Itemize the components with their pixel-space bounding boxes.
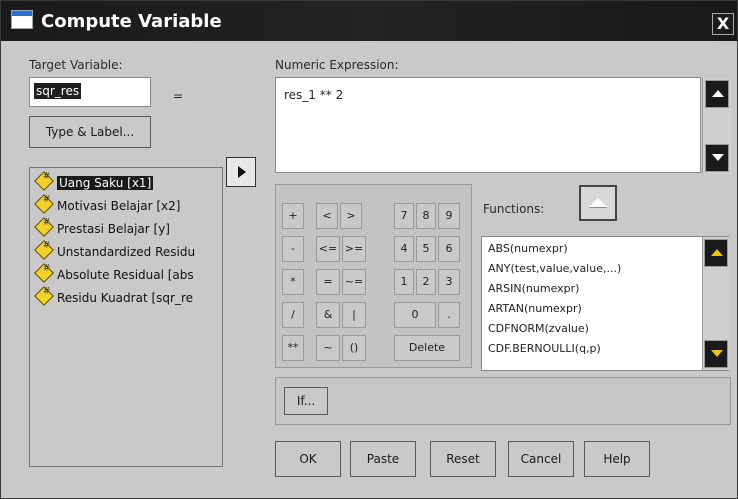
variable-item[interactable]: Prestasi Belajar [y] [34, 217, 170, 238]
variable-item[interactable]: Absolute Residual [abs [34, 263, 194, 284]
key-9[interactable]: 9 [438, 203, 460, 229]
equals-sign: = [173, 89, 184, 103]
numeric-variable-icon [34, 240, 54, 260]
key-divide[interactable]: / [282, 302, 304, 328]
numeric-expression-label: Numeric Expression: [275, 58, 399, 72]
ok-button[interactable]: OK [275, 441, 341, 477]
key-6[interactable]: 6 [438, 236, 460, 262]
key-multiply[interactable]: * [282, 269, 304, 295]
key-2[interactable]: 2 [416, 269, 436, 295]
key-8[interactable]: 8 [416, 203, 436, 229]
variable-item[interactable]: Motivasi Belajar [x2] [34, 194, 181, 215]
window-title: Compute Variable [41, 11, 222, 32]
calculator-keypad: + < > 7 8 9 - <= >= 4 5 6 * = ~= 1 2 3 /… [275, 184, 472, 368]
variable-label: Residu Kuadrat [sqr_re [57, 291, 193, 305]
if-panel [275, 377, 731, 425]
key-delete[interactable]: Delete [394, 335, 460, 361]
key-equals[interactable]: = [316, 269, 340, 295]
variable-list[interactable]: Uang Saku [x1] Motivasi Belajar [x2] Pre… [29, 167, 223, 467]
key-7[interactable]: 7 [394, 203, 414, 229]
scroll-up-icon[interactable] [705, 80, 729, 108]
key-not[interactable]: ~ [316, 335, 340, 361]
key-3[interactable]: 3 [438, 269, 460, 295]
scroll-down-icon[interactable] [704, 340, 728, 368]
key-decimal[interactable]: . [438, 302, 460, 328]
function-item[interactable]: ABS(numexpr) [488, 242, 568, 255]
function-item[interactable]: CDF.BERNOULLI(q,p) [488, 342, 601, 355]
key-minus[interactable]: - [282, 236, 304, 262]
numeric-variable-icon [34, 171, 54, 191]
key-and[interactable]: & [316, 302, 340, 328]
variable-label: Motivasi Belajar [x2] [57, 199, 181, 213]
key-greater-than[interactable]: > [340, 203, 362, 229]
variable-item[interactable]: Uang Saku [x1] [34, 171, 154, 192]
key-1[interactable]: 1 [394, 269, 414, 295]
target-variable-input[interactable]: sqr_res [29, 77, 151, 107]
key-parentheses[interactable]: () [342, 335, 366, 361]
variable-label: Absolute Residual [abs [57, 268, 194, 282]
function-item[interactable]: CDFNORM(zvalue) [488, 322, 589, 335]
scroll-up-icon[interactable] [704, 239, 728, 267]
numeric-variable-icon [34, 263, 54, 283]
key-power[interactable]: ** [282, 335, 304, 361]
reset-button[interactable]: Reset [430, 441, 496, 477]
key-less-equal[interactable]: <= [316, 236, 340, 262]
key-plus[interactable]: + [282, 203, 304, 229]
numeric-variable-icon [34, 194, 54, 214]
paste-button[interactable]: Paste [350, 441, 416, 477]
functions-label: Functions: [483, 202, 545, 216]
numeric-expression-text: res_1 ** 2 [284, 88, 344, 102]
variable-item[interactable]: Unstandardized Residu [34, 240, 196, 261]
key-not-equal[interactable]: ~= [342, 269, 366, 295]
target-variable-value: sqr_res [34, 83, 82, 99]
move-right-button[interactable] [226, 157, 256, 187]
function-item[interactable]: ARSIN(numexpr) [488, 282, 579, 295]
function-item[interactable]: ANY(test,value,value,...) [488, 262, 621, 275]
compute-variable-dialog: Compute Variable X Target Variable: sqr_… [0, 0, 738, 499]
title-bar: Compute Variable X [1, 1, 737, 41]
numeric-expression-input[interactable]: res_1 ** 2 [275, 77, 731, 174]
numeric-variable-icon [34, 217, 54, 237]
type-and-label-button[interactable]: Type & Label... [29, 116, 151, 148]
functions-list[interactable]: ABS(numexpr) ANY(test,value,value,...) A… [481, 236, 729, 371]
help-button[interactable]: Help [584, 441, 650, 477]
functions-scrollbar[interactable] [702, 237, 729, 370]
if-button[interactable]: If... [284, 387, 328, 415]
scroll-down-icon[interactable] [705, 144, 729, 172]
key-0[interactable]: 0 [394, 302, 436, 328]
functions-paste-up-button[interactable] [579, 185, 617, 221]
window-icon [11, 10, 33, 29]
key-less-than[interactable]: < [316, 203, 338, 229]
variable-label: Uang Saku [x1] [57, 176, 154, 190]
cancel-button[interactable]: Cancel [508, 441, 574, 477]
close-button[interactable]: X [712, 13, 734, 35]
key-4[interactable]: 4 [394, 236, 414, 262]
variable-item[interactable]: Residu Kuadrat [sqr_re [34, 286, 193, 307]
target-variable-label: Target Variable: [29, 58, 123, 72]
expression-scrollbar[interactable] [702, 78, 731, 174]
numeric-variable-icon [34, 286, 54, 306]
key-5[interactable]: 5 [416, 236, 436, 262]
function-item[interactable]: ARTAN(numexpr) [488, 302, 582, 315]
variable-label: Unstandardized Residu [57, 245, 196, 259]
variable-label: Prestasi Belajar [y] [57, 222, 170, 236]
key-or[interactable]: | [342, 302, 366, 328]
key-greater-equal[interactable]: >= [342, 236, 366, 262]
